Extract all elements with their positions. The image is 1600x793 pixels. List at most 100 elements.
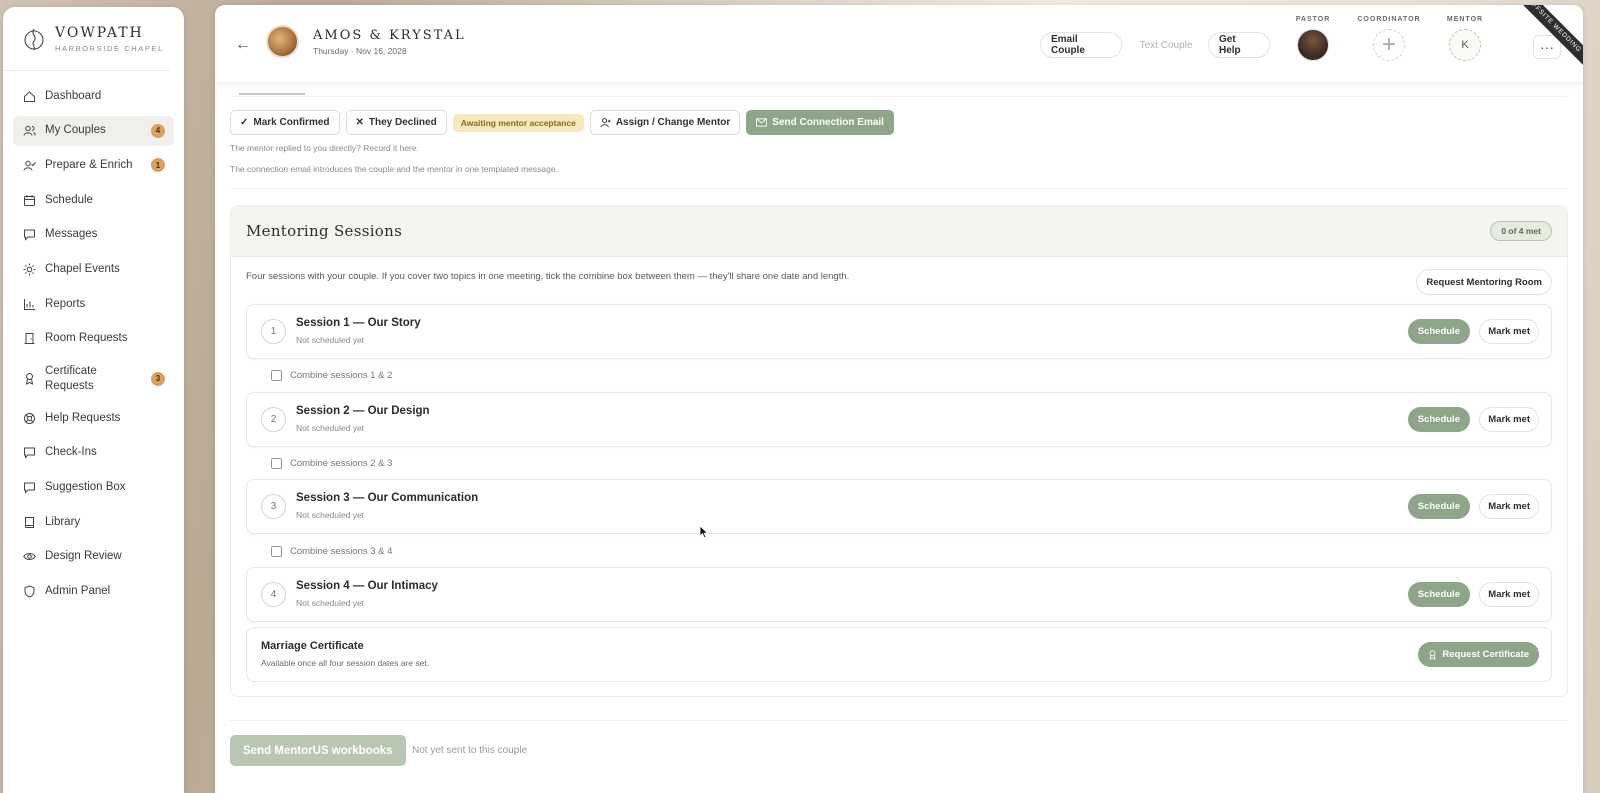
pastor-role: PASTOR <box>1278 16 1348 61</box>
award-icon <box>1429 649 1437 660</box>
couple-header: ← AMOS & KRYSTAL Thursday · Nov 16, 2028… <box>215 5 1583 83</box>
mark-met-button[interactable]: Mark met <box>1479 494 1539 519</box>
pastor-avatar[interactable] <box>1297 29 1329 61</box>
session-status: Not scheduled yet <box>296 335 365 345</box>
bottom-divider <box>230 720 1568 721</box>
shield-icon <box>24 585 35 598</box>
session-number: 2 <box>261 407 286 432</box>
assign-mentor-button[interactable]: Assign / Change Mentor <box>589 110 741 135</box>
mentor-avatar[interactable]: K <box>1449 29 1481 61</box>
user-check-icon <box>23 160 36 171</box>
sun-icon <box>23 263 36 276</box>
session-number: 1 <box>261 319 286 344</box>
combine-sessions-toggle[interactable]: Combine sessions 2 & 3 <box>271 458 392 469</box>
schedule-button[interactable]: Schedule <box>1407 319 1470 344</box>
sessions-met-badge: 0 of 4 met <box>1490 221 1552 241</box>
session-name: Session 1 — Our Story <box>296 317 421 329</box>
marriage-certificate-row: Marriage Certificate Available once all … <box>246 627 1552 682</box>
mark-met-button[interactable]: Mark met <box>1479 407 1539 432</box>
schedule-button[interactable]: Schedule <box>1407 407 1470 432</box>
send-workbooks-button[interactable]: Send MentorUS workbooks <box>230 735 406 766</box>
combine-checkbox[interactable] <box>271 458 282 469</box>
mark-met-button[interactable]: Mark met <box>1479 319 1539 344</box>
mentor-role: MENTOR K <box>1430 16 1500 61</box>
workbooks-status: Not yet sent to this couple <box>412 745 528 756</box>
sidebar-item-dashboard[interactable]: Dashboard <box>13 81 174 111</box>
certificate-title: Marriage Certificate <box>261 640 364 652</box>
x-icon: ✕ <box>355 117 364 128</box>
combine-label: Combine sessions 3 & 4 <box>290 546 393 557</box>
mouse-cursor-icon <box>699 525 709 539</box>
award-icon <box>25 373 34 385</box>
mark-confirmed-button[interactable]: ✓ Mark Confirmed <box>230 110 340 135</box>
email-couple-button[interactable]: Email Couple <box>1040 32 1122 58</box>
sessions-header: Mentoring Sessions 0 of 4 met <box>231 206 1567 257</box>
section-divider <box>231 188 1567 189</box>
wedding-date: Thursday · Nov 16, 2028 <box>313 46 407 56</box>
combine-checkbox[interactable] <box>271 546 282 557</box>
sidebar-item-help-requests[interactable]: Help Requests <box>13 403 174 433</box>
couple-avatar <box>266 25 299 58</box>
sidebar-item-label: Library <box>45 515 81 528</box>
sessions-title: Mentoring Sessions <box>246 222 403 240</box>
sidebar-item-suggestion-box[interactable]: Suggestion Box <box>13 473 174 503</box>
sidebar-item-certificate-requests[interactable]: Certificate Requests 3 <box>13 359 174 399</box>
they-declined-button[interactable]: ✕ They Declined <box>345 110 447 135</box>
mark-met-button[interactable]: Mark met <box>1479 582 1539 607</box>
vowpath-logo-icon <box>24 28 44 50</box>
add-coordinator-plus-icon[interactable]: + <box>1373 29 1405 61</box>
sidebar-item-label: Prepare & Enrich <box>45 158 133 171</box>
session-status: Not scheduled yet <box>296 423 365 433</box>
schedule-button[interactable]: Schedule <box>1407 582 1470 607</box>
brand[interactable]: VOWPATH HARBORSIDE CHAPEL <box>3 7 170 71</box>
sidebar-item-room-requests[interactable]: Room Requests <box>13 324 174 354</box>
sidebar-item-label: Dashboard <box>45 89 102 102</box>
sessions-description: Four sessions with your couple. If you c… <box>246 271 850 282</box>
combine-checkbox[interactable] <box>271 370 282 381</box>
sidebar-item-check-ins[interactable]: Check-Ins <box>13 438 174 468</box>
schedule-button[interactable]: Schedule <box>1407 494 1470 519</box>
get-help-button[interactable]: Get Help <box>1208 32 1270 58</box>
sidebar-item-label: Messages <box>45 228 98 241</box>
sidebar-item-prepare-and-enrich[interactable]: Prepare & Enrich 1 <box>13 150 174 180</box>
combine-sessions-toggle[interactable]: Combine sessions 3 & 4 <box>271 546 392 557</box>
sidebar-item-schedule[interactable]: Schedule <box>13 185 174 215</box>
main-panel: ← AMOS & KRYSTAL Thursday · Nov 16, 2028… <box>215 5 1583 793</box>
sidebar-item-label: Room Requests <box>45 332 128 345</box>
mail-icon <box>756 118 768 127</box>
sidebar: VOWPATH HARBORSIDE CHAPEL Dashboard My Co… <box>3 7 184 793</box>
calendar-icon <box>24 194 35 206</box>
coordinator-label: COORDINATOR <box>1357 16 1421 23</box>
text-couple-button[interactable]: Text Couple <box>1127 32 1205 58</box>
message-icon <box>24 229 35 241</box>
sidebar-item-reports[interactable]: Reports <box>13 289 174 319</box>
sidebar-item-chapel-events[interactable]: Chapel Events <box>13 254 174 284</box>
mark-confirmed-label: Mark Confirmed <box>253 117 330 128</box>
mentor-status-badge: Awaiting mentor acceptance <box>452 113 584 132</box>
request-certificate-label: Request Certificate <box>1442 649 1529 660</box>
session-row: 2 Session 2 — Our Design Not scheduled yet… <box>246 392 1552 447</box>
sidebar-nav: Dashboard My Couples 4 Prepare & Enrich 1 Sch… <box>3 71 184 607</box>
combine-label: Combine sessions 2 & 3 <box>290 458 393 469</box>
back-arrow-icon[interactable]: ← <box>231 33 255 57</box>
combine-sessions-toggle[interactable]: Combine sessions 1 & 2 <box>271 370 392 381</box>
request-mentoring-room-button[interactable]: Request Mentoring Room <box>1416 269 1552 295</box>
session-name: Session 2 — Our Design <box>296 405 430 417</box>
sidebar-item-messages[interactable]: Messages <box>13 220 174 250</box>
sidebar-item-admin-panel[interactable]: Admin Panel <box>13 577 174 607</box>
user-plus-icon <box>600 118 611 128</box>
connection-email-hint: The connection email introduces the coup… <box>230 164 558 174</box>
sidebar-item-my-couples[interactable]: My Couples 4 <box>13 115 174 146</box>
sidebar-item-library[interactable]: Library <box>13 507 174 537</box>
active-tab-indicator <box>239 93 305 95</box>
session-status: Not scheduled yet <box>296 598 365 608</box>
brand-subtitle: HARBORSIDE CHAPEL <box>55 43 164 53</box>
request-certificate-button[interactable]: Request Certificate <box>1418 642 1539 667</box>
sidebar-item-label: Design Review <box>45 550 122 563</box>
session-number: 3 <box>261 494 286 519</box>
sidebar-item-design-review[interactable]: Design Review <box>13 542 174 572</box>
they-declined-label: They Declined <box>368 117 437 128</box>
tab-divider <box>231 96 1567 97</box>
check-icon: ✓ <box>240 117 249 128</box>
send-connection-email-button[interactable]: Send Connection Email <box>746 110 894 135</box>
